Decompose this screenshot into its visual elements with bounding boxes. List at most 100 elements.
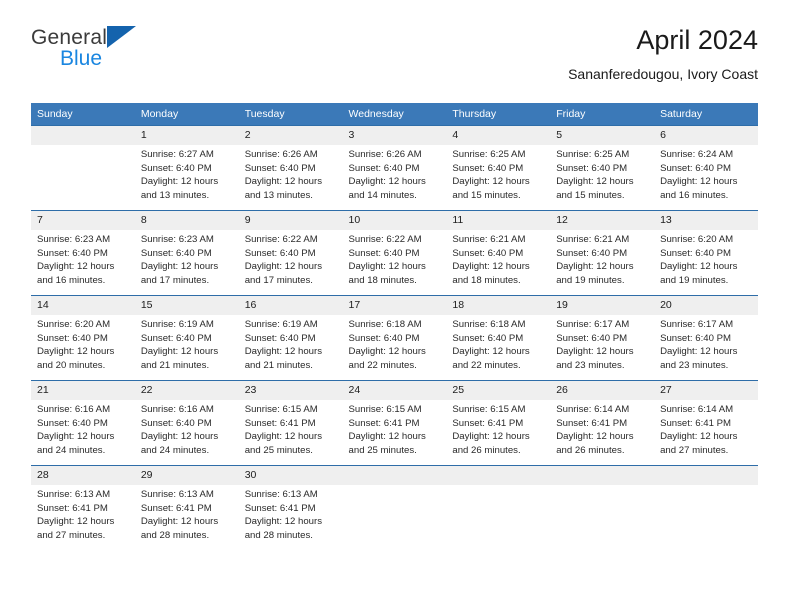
daylight-text-line1: Daylight: 12 hours xyxy=(452,176,530,188)
daylight-text-line2: and 26 minutes. xyxy=(452,444,521,456)
sunset-text: Sunset: 6:40 PM xyxy=(140,247,212,259)
calendar-day-cell[interactable]: 21 Sunrise: 6:16 AM Sunset: 6:40 PM Dayligh… xyxy=(31,380,135,466)
day-details: Sunrise: 6:20 AM Sunset: 6:40 PM Daylight:… xyxy=(31,315,135,372)
daylight-text-line2: and 26 minutes. xyxy=(556,444,625,456)
calendar-day-cell[interactable]: 12 Sunrise: 6:21 AM Sunset: 6:40 PM Dayligh… xyxy=(550,210,655,296)
sunrise-text: Sunrise: 6:26 AM xyxy=(348,149,422,160)
day-number: 3 xyxy=(342,126,447,145)
daylight-text-line2: and 22 minutes. xyxy=(452,359,521,371)
day-details: Sunrise: 6:23 AM Sunset: 6:40 PM Daylight:… xyxy=(135,230,239,287)
sunrise-text: Sunrise: 6:22 AM xyxy=(244,234,318,245)
sunrise-text: Sunrise: 6:13 AM xyxy=(37,489,111,500)
general-blue-logo[interactable]: General Blue xyxy=(31,26,251,86)
day-details: Sunrise: 6:26 AM Sunset: 6:40 PM Daylight:… xyxy=(343,145,447,202)
calendar-day-cell[interactable]: 16 Sunrise: 6:19 AM Sunset: 6:40 PM Dayligh… xyxy=(238,295,343,381)
sunrise-text: Sunrise: 6:20 AM xyxy=(660,234,734,245)
sunrise-text: Sunrise: 6:15 AM xyxy=(348,404,422,415)
calendar-day-cell[interactable]: 10 Sunrise: 6:22 AM Sunset: 6:40 PM Dayligh… xyxy=(342,210,447,296)
calendar-day-cell[interactable]: 8 Sunrise: 6:23 AM Sunset: 6:40 PM Daylight… xyxy=(134,210,239,296)
sunrise-text: Sunrise: 6:16 AM xyxy=(140,404,214,415)
calendar-day-cell[interactable]: 20 Sunrise: 6:17 AM Sunset: 6:40 PM Dayligh… xyxy=(654,295,758,381)
sunrise-text: Sunrise: 6:15 AM xyxy=(244,404,318,415)
calendar-day-cell[interactable]: 3 Sunrise: 6:26 AM Sunset: 6:40 PM Daylight… xyxy=(342,125,447,211)
calendar-week-row: 7 Sunrise: 6:23 AM Sunset: 6:40 PM Daylight… xyxy=(31,210,758,296)
day-number: 13 xyxy=(654,211,758,230)
sunset-text: Sunset: 6:40 PM xyxy=(660,162,731,174)
weekday-header-saturday: Saturday xyxy=(654,103,758,126)
sunset-text: Sunset: 6:40 PM xyxy=(37,417,108,429)
calendar-empty-cell xyxy=(550,465,655,550)
calendar-day-cell[interactable]: 5 Sunrise: 6:25 AM Sunset: 6:40 PM Daylight… xyxy=(550,125,655,211)
day-details: Sunrise: 6:13 AM Sunset: 6:41 PM Daylight:… xyxy=(31,485,135,542)
sunrise-text: Sunrise: 6:17 AM xyxy=(556,319,630,330)
calendar-day-cell[interactable]: 2 Sunrise: 6:26 AM Sunset: 6:40 PM Daylight… xyxy=(238,125,343,211)
day-details: Sunrise: 6:22 AM Sunset: 6:40 PM Daylight:… xyxy=(239,230,343,287)
title-block: April 2024 Sananferedougou, Ivory Coast xyxy=(568,24,758,84)
day-number: 5 xyxy=(550,126,655,145)
sunset-text: Sunset: 6:40 PM xyxy=(556,247,628,259)
calendar-day-cell[interactable]: 22 Sunrise: 6:16 AM Sunset: 6:40 PM Dayligh… xyxy=(134,380,239,466)
daylight-text-line2: and 18 minutes. xyxy=(452,274,521,286)
day-details: Sunrise: 6:20 AM Sunset: 6:40 PM Daylight:… xyxy=(654,230,758,287)
sunset-text: Sunset: 6:40 PM xyxy=(244,162,316,174)
daylight-text-line1: Daylight: 12 hours xyxy=(660,261,738,273)
calendar-day-cell[interactable]: 4 Sunrise: 6:25 AM Sunset: 6:40 PM Daylight… xyxy=(446,125,551,211)
calendar-week-row: 28 Sunrise: 6:13 AM Sunset: 6:41 PM Dayligh… xyxy=(31,465,758,550)
calendar-day-cell[interactable]: 28 Sunrise: 6:13 AM Sunset: 6:41 PM Dayligh… xyxy=(31,465,135,550)
day-number: 10 xyxy=(342,211,447,230)
day-number: 12 xyxy=(550,211,655,230)
calendar-day-cell[interactable]: 14 Sunrise: 6:20 AM Sunset: 6:40 PM Dayligh… xyxy=(31,295,135,381)
day-number xyxy=(446,466,551,485)
page-header: General Blue April 2024 Sananferedougou,… xyxy=(31,24,758,96)
calendar-day-cell[interactable]: 15 Sunrise: 6:19 AM Sunset: 6:40 PM Dayligh… xyxy=(134,295,239,381)
daylight-text-line1: Daylight: 12 hours xyxy=(244,176,323,188)
calendar-day-cell[interactable]: 24 Sunrise: 6:15 AM Sunset: 6:41 PM Dayligh… xyxy=(342,380,447,466)
calendar-day-cell[interactable]: 9 Sunrise: 6:22 AM Sunset: 6:40 PM Daylight… xyxy=(238,210,343,296)
calendar-day-cell[interactable]: 17 Sunrise: 6:18 AM Sunset: 6:40 PM Dayligh… xyxy=(342,295,447,381)
day-details: Sunrise: 6:27 AM Sunset: 6:40 PM Daylight:… xyxy=(135,145,239,202)
sunrise-text: Sunrise: 6:19 AM xyxy=(140,319,214,330)
day-details: Sunrise: 6:16 AM Sunset: 6:40 PM Daylight:… xyxy=(31,400,135,457)
daylight-text-line2: and 23 minutes. xyxy=(556,359,625,371)
sunrise-text: Sunrise: 6:18 AM xyxy=(452,319,526,330)
calendar-day-cell[interactable]: 29 Sunrise: 6:13 AM Sunset: 6:41 PM Dayligh… xyxy=(134,465,239,550)
daylight-text-line2: and 15 minutes. xyxy=(452,189,521,201)
calendar-day-cell[interactable]: 18 Sunrise: 6:18 AM Sunset: 6:40 PM Dayligh… xyxy=(446,295,551,381)
daylight-text-line1: Daylight: 12 hours xyxy=(452,261,530,273)
calendar-day-cell[interactable]: 7 Sunrise: 6:23 AM Sunset: 6:40 PM Daylight… xyxy=(31,210,135,296)
calendar-day-cell[interactable]: 1 Sunrise: 6:27 AM Sunset: 6:40 PM Daylight… xyxy=(134,125,239,211)
calendar-day-cell[interactable]: 19 Sunrise: 6:17 AM Sunset: 6:40 PM Dayligh… xyxy=(550,295,655,381)
sunrise-text: Sunrise: 6:24 AM xyxy=(660,149,734,160)
sunrise-text: Sunrise: 6:27 AM xyxy=(140,149,214,160)
day-number: 23 xyxy=(238,381,343,400)
day-number: 29 xyxy=(134,466,239,485)
daylight-text-line1: Daylight: 12 hours xyxy=(140,176,219,188)
sunset-text: Sunset: 6:41 PM xyxy=(348,417,420,429)
calendar-day-cell[interactable]: 23 Sunrise: 6:15 AM Sunset: 6:41 PM Dayligh… xyxy=(238,380,343,466)
sunset-text: Sunset: 6:41 PM xyxy=(140,502,212,514)
calendar-day-cell[interactable]: 13 Sunrise: 6:20 AM Sunset: 6:40 PM Dayligh… xyxy=(654,210,758,296)
sunset-text: Sunset: 6:40 PM xyxy=(452,247,524,259)
daylight-text-line2: and 25 minutes. xyxy=(348,444,417,456)
daylight-text-line2: and 24 minutes. xyxy=(140,444,210,456)
calendar-week-row: 1 Sunrise: 6:27 AM Sunset: 6:40 PM Daylight… xyxy=(31,125,758,211)
calendar-empty-cell xyxy=(31,125,135,211)
sunset-text: Sunset: 6:41 PM xyxy=(37,502,108,514)
daylight-text-line1: Daylight: 12 hours xyxy=(556,431,634,443)
calendar-day-cell[interactable]: 11 Sunrise: 6:21 AM Sunset: 6:40 PM Dayligh… xyxy=(446,210,551,296)
calendar-day-cell[interactable]: 25 Sunrise: 6:15 AM Sunset: 6:41 PM Dayligh… xyxy=(446,380,551,466)
day-details: Sunrise: 6:15 AM Sunset: 6:41 PM Daylight:… xyxy=(239,400,343,457)
calendar-day-cell[interactable]: 30 Sunrise: 6:13 AM Sunset: 6:41 PM Dayligh… xyxy=(238,465,343,550)
calendar-day-cell[interactable]: 6 Sunrise: 6:24 AM Sunset: 6:40 PM Daylight… xyxy=(654,125,758,211)
day-number: 6 xyxy=(654,126,758,145)
day-number: 28 xyxy=(31,466,135,485)
sunset-text: Sunset: 6:40 PM xyxy=(140,417,212,429)
calendar-day-cell[interactable]: 26 Sunrise: 6:14 AM Sunset: 6:41 PM Dayligh… xyxy=(550,380,655,466)
calendar-day-cell[interactable]: 27 Sunrise: 6:14 AM Sunset: 6:41 PM Dayligh… xyxy=(654,380,758,466)
day-number: 30 xyxy=(238,466,343,485)
daylight-text-line1: Daylight: 12 hours xyxy=(244,516,323,528)
sunset-text: Sunset: 6:40 PM xyxy=(556,332,628,344)
day-details: Sunrise: 6:25 AM Sunset: 6:40 PM Daylight:… xyxy=(446,145,550,202)
day-number: 27 xyxy=(654,381,758,400)
sunrise-text: Sunrise: 6:16 AM xyxy=(37,404,111,415)
